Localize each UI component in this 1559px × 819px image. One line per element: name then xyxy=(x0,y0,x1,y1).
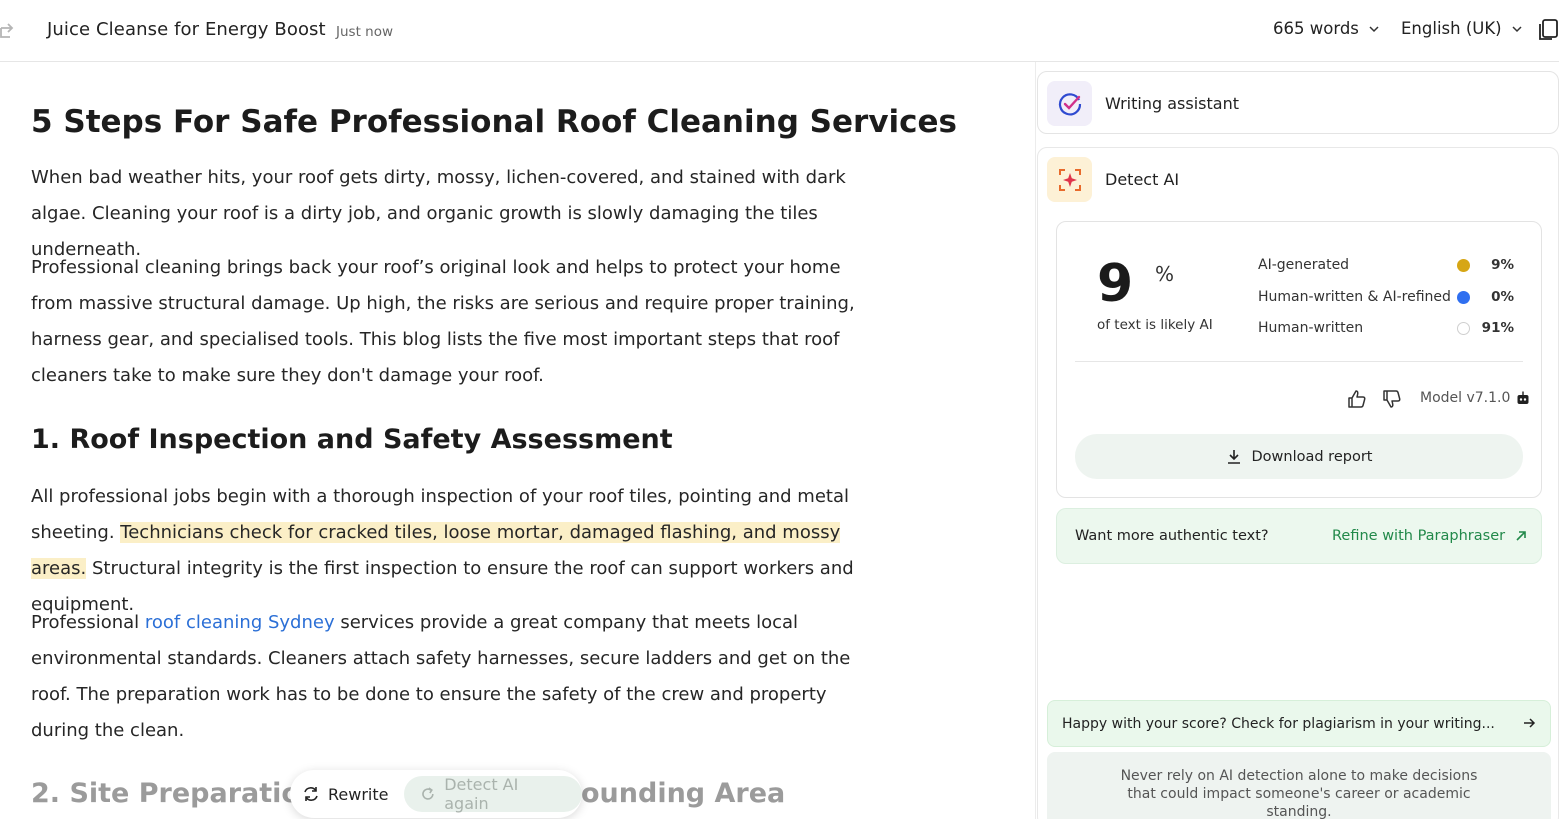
thumbs-down-icon[interactable] xyxy=(1382,389,1402,409)
writing-assistant-icon-tile xyxy=(1047,81,1092,126)
side-panel: Writing assistant Detect AI 9 % of text … xyxy=(1035,62,1559,819)
ai-score-caption: of text is likely AI xyxy=(1097,317,1213,333)
check-circle-icon xyxy=(1058,92,1081,115)
top-bar: Juice Cleanse for Energy Boost Just now … xyxy=(0,0,1559,62)
chevron-down-icon xyxy=(1369,25,1379,32)
paragraph-4-start: Professional xyxy=(31,612,145,633)
refine-question: Want more authentic text? xyxy=(1075,528,1269,544)
ai-refined-dot xyxy=(1457,290,1470,304)
detect-ai-label: Detect AI xyxy=(1105,170,1180,189)
breakdown-value: 9% xyxy=(1491,257,1514,273)
paragraph-3: All professional jobs begin with a thoro… xyxy=(31,479,871,623)
refine-card: Want more authentic text? Refine with Pa… xyxy=(1056,508,1542,564)
divider xyxy=(1075,361,1523,362)
robot-icon xyxy=(1517,391,1529,404)
human-written-dot xyxy=(1457,322,1470,335)
detect-ai-card: Detect AI 9 % of text is likely AI AI-ge… xyxy=(1037,147,1559,819)
model-version-label: Model v7.1.0 xyxy=(1420,390,1511,406)
writing-assistant-label: Writing assistant xyxy=(1105,94,1239,113)
detect-ai-again-label: Detect AI again xyxy=(444,775,519,813)
breakdown-value: 0% xyxy=(1491,288,1514,305)
rewrite-button[interactable]: Rewrite xyxy=(302,785,398,804)
scan-sparkle-icon xyxy=(1058,168,1081,191)
detect-ai-again-button[interactable]: Detect AI again xyxy=(404,775,582,813)
reload-icon xyxy=(422,787,435,800)
disclaimer-box: Never rely on AI detection alone to make… xyxy=(1047,752,1551,819)
disclaimer-text: Never rely on AI detection alone to make… xyxy=(1120,768,1478,819)
chevron-down-icon xyxy=(1512,25,1522,32)
thumbs-up-icon[interactable] xyxy=(1347,389,1367,409)
writing-assistant-card[interactable]: Writing assistant xyxy=(1037,71,1559,134)
word-count-dropdown[interactable]: 665 words xyxy=(1273,19,1379,38)
refine-with-paraphraser-link[interactable]: Refine with Paraphraser xyxy=(1332,528,1527,544)
score-breakdown: AI-generated 9% Human-written & AI-refin… xyxy=(1258,254,1518,349)
rewrite-label: Rewrite xyxy=(328,784,389,804)
language-dropdown[interactable]: English (UK) xyxy=(1401,19,1522,38)
breakdown-row-human-written: Human-written 91% xyxy=(1258,317,1518,349)
breakdown-row-ai-generated: AI-generated 9% xyxy=(1258,254,1518,286)
floating-toolbar: Rewrite Detect AI again xyxy=(290,770,582,818)
ai-score-box: 9 % of text is likely AI AI-generated 9%… xyxy=(1056,221,1542,498)
download-report-button[interactable]: Download report xyxy=(1075,434,1523,479)
document-title[interactable]: Juice Cleanse for Energy Boost xyxy=(47,19,326,40)
model-version: Model v7.1.0 xyxy=(1420,390,1530,406)
ai-score-unit: % xyxy=(1155,262,1175,286)
plagiarism-prompt: Happy with your score? Check for plagiar… xyxy=(1062,716,1495,732)
roof-cleaning-link[interactable]: roof cleaning Sydney xyxy=(145,612,335,633)
article-title: 5 Steps For Safe Professional Roof Clean… xyxy=(31,104,958,140)
detect-ai-icon-tile xyxy=(1047,157,1092,202)
redo-icon[interactable] xyxy=(0,20,18,40)
language-label: English (UK) xyxy=(1401,19,1502,38)
paragraph-4: Professional roof cleaning Sydney servic… xyxy=(31,605,871,749)
refine-link-label: Refine with Paraphraser xyxy=(1332,528,1506,544)
ai-generated-dot xyxy=(1457,259,1470,272)
arrow-up-right-icon xyxy=(1516,531,1526,541)
heading-step-2-end: ounding Area xyxy=(581,778,786,809)
breakdown-label: AI-generated xyxy=(1258,257,1350,273)
copy-icon[interactable] xyxy=(1537,18,1559,42)
breakdown-value: 91% xyxy=(1481,320,1514,336)
breakdown-label: Human-written xyxy=(1258,320,1364,336)
breakdown-label: Human-written & AI-refined xyxy=(1258,288,1451,305)
heading-step-1: 1. Roof Inspection and Safety Assessment xyxy=(31,424,673,455)
plagiarism-check-banner[interactable]: Happy with your score? Check for plagiar… xyxy=(1047,700,1551,747)
download-icon xyxy=(1227,449,1240,464)
saved-status: Just now xyxy=(336,24,394,40)
arrow-right-icon xyxy=(1524,718,1536,728)
download-report-label: Download report xyxy=(1251,448,1373,465)
document-editor[interactable]: 5 Steps For Safe Professional Roof Clean… xyxy=(31,62,991,819)
word-count-label: 665 words xyxy=(1273,19,1359,38)
paragraph-2: Professional cleaning brings back your r… xyxy=(31,257,855,386)
breakdown-row-ai-refined: Human-written & AI-refined 0% xyxy=(1258,286,1518,318)
ai-score-value: 9 xyxy=(1097,254,1134,314)
refresh-icon xyxy=(304,787,318,801)
